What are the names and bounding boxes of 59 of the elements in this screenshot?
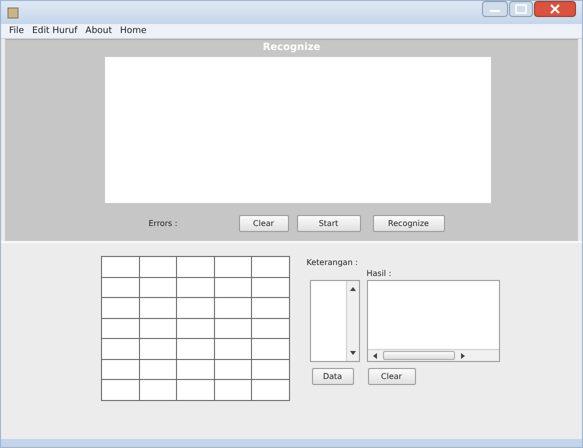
panel-title: Recognize	[262, 42, 320, 54]
left-arrow-icon[interactable]	[372, 352, 376, 358]
action-button[interactable]: Start	[296, 215, 360, 232]
grid-cell[interactable]	[102, 318, 140, 339]
down-arrow-icon[interactable]	[350, 351, 356, 355]
right-arrow-icon[interactable]	[460, 352, 464, 358]
grid-cell[interactable]	[177, 339, 214, 360]
keterangan-label: Keterangan :	[306, 258, 359, 267]
horizontal-scrollbar[interactable]	[368, 349, 498, 361]
hasil-label: Hasil :	[366, 269, 392, 278]
action-button[interactable]: Data	[312, 368, 354, 385]
menu-item[interactable]: About	[85, 26, 112, 36]
app-icon	[7, 6, 19, 18]
action-button[interactable]: Clear	[238, 215, 288, 232]
maximize-icon[interactable]	[509, 1, 533, 17]
grid-cell[interactable]	[214, 380, 252, 400]
grid-cell[interactable]	[140, 257, 177, 278]
grid-cell[interactable]	[214, 318, 252, 339]
grid-cell[interactable]	[140, 339, 177, 360]
menu-item[interactable]: File	[9, 26, 24, 36]
grid-cell[interactable]	[252, 380, 290, 400]
up-arrow-icon[interactable]	[350, 287, 356, 291]
grid-cell[interactable]	[214, 360, 252, 380]
grid-cell[interactable]	[140, 360, 177, 380]
grid-cell[interactable]	[102, 380, 140, 400]
action-button[interactable]: Clear	[368, 368, 416, 385]
grid-cell[interactable]	[252, 339, 290, 360]
grid-cell[interactable]	[140, 318, 177, 339]
grid-cell[interactable]	[214, 339, 252, 360]
grid-cell[interactable]	[102, 298, 140, 318]
scroll-thumb[interactable]	[382, 351, 454, 360]
grid-cell[interactable]	[177, 298, 214, 318]
grid-cell[interactable]	[140, 380, 177, 400]
grid-cell[interactable]	[252, 360, 290, 380]
grid-cell[interactable]	[214, 278, 252, 298]
grid-cell[interactable]	[252, 278, 290, 298]
grid-cell[interactable]	[252, 298, 290, 318]
grid-cell[interactable]	[177, 257, 214, 278]
vertical-scrollbar[interactable]	[346, 281, 358, 361]
grid-cell[interactable]	[102, 278, 140, 298]
close-icon[interactable]	[534, 1, 576, 17]
grid-cell[interactable]	[177, 380, 214, 400]
minimize-icon[interactable]	[482, 1, 508, 17]
action-button[interactable]: Recognize	[372, 215, 444, 232]
grid-cell[interactable]	[177, 318, 214, 339]
grid-cell[interactable]	[252, 318, 290, 339]
grid-cell[interactable]	[102, 339, 140, 360]
errors-label: Errors :	[148, 219, 178, 228]
menu-item[interactable]: Home	[120, 26, 147, 36]
grid-cell[interactable]	[102, 360, 140, 380]
grid-cell[interactable]	[214, 298, 252, 318]
grid-cell[interactable]	[140, 278, 177, 298]
grid-cell[interactable]	[177, 278, 214, 298]
grid-cell[interactable]	[177, 360, 214, 380]
grid-cell[interactable]	[252, 257, 290, 278]
grid-cell[interactable]	[102, 257, 140, 278]
menu-item[interactable]: Edit Huruf	[32, 26, 78, 36]
grid-cell[interactable]	[140, 298, 177, 318]
grid-cell[interactable]	[214, 257, 252, 278]
